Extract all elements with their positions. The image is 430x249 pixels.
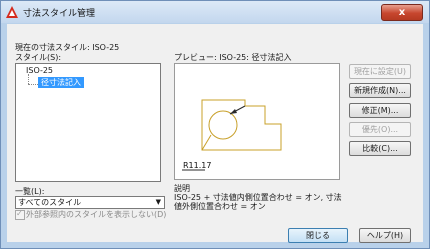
title-bar[interactable]: 寸法スタイル管理 x — [1, 1, 429, 23]
preview-circle-shape — [208, 110, 238, 140]
help-button[interactable]: ヘルプ(H) — [359, 228, 411, 243]
tree-connector-line — [28, 74, 29, 84]
preview-pane: R11.17 — [174, 63, 340, 180]
styles-label: スタイル(S): — [15, 53, 62, 62]
close-icon: x — [398, 7, 406, 18]
window-title: 寸法スタイル管理 — [23, 9, 96, 19]
tree-connector-line — [28, 84, 38, 85]
new-style-button[interactable]: 新規作成(N)... — [349, 83, 411, 98]
hide-xref-styles-checkbox[interactable]: ✓ — [15, 209, 25, 220]
description-line-2: 値外側位置合わせ = オン — [174, 202, 266, 211]
checkmark-icon: ✓ — [16, 209, 23, 218]
override-style-button[interactable]: 優先(O)... — [349, 122, 411, 137]
autocad-app-icon — [6, 6, 18, 18]
tree-item-iso-25[interactable]: ISO-25 — [26, 66, 53, 75]
close-window-button[interactable]: x — [381, 4, 423, 21]
modify-style-button[interactable]: 修正(M)... — [349, 103, 411, 118]
dropdown-arrow-icon[interactable]: ▼ — [156, 197, 161, 208]
set-current-button[interactable]: 現在に設定(U) — [349, 64, 411, 79]
list-filter-value: すべてのスタイル — [18, 198, 82, 207]
styles-tree-list[interactable]: ISO-25 径寸法記入 — [15, 63, 161, 182]
list-filter-select[interactable]: すべてのスタイル ▼ — [15, 196, 165, 209]
tree-item-radius-dimension[interactable]: 径寸法記入 — [38, 77, 84, 88]
dialog-client-area: 現在の寸法スタイル: ISO-25 スタイル(S): ISO-25 径寸法記入 … — [7, 24, 423, 243]
close-dialog-button[interactable]: 閉じる — [288, 228, 348, 243]
compare-styles-button[interactable]: 比較(C)... — [349, 141, 411, 156]
hide-xref-styles-label: 外部参照内のスタイルを表示しない(D) — [26, 210, 167, 219]
description-panel: 説明 ISO-25 + 寸法値内側位置合わせ = オン, 寸法 値外側位置合わせ… — [174, 181, 342, 221]
preview-drawing: R11.17 — [182, 99, 282, 171]
preview-arrow-head — [230, 109, 237, 114]
dimension-style-manager-window: 寸法スタイル管理 x 現在の寸法スタイル: ISO-25 スタイル(S): IS… — [0, 0, 430, 249]
preview-dimension-leader — [201, 134, 212, 151]
preview-label: プレビュー: ISO-25: 径寸法記入 — [174, 53, 292, 62]
preview-dimension-text: R11.17 — [183, 161, 211, 170]
